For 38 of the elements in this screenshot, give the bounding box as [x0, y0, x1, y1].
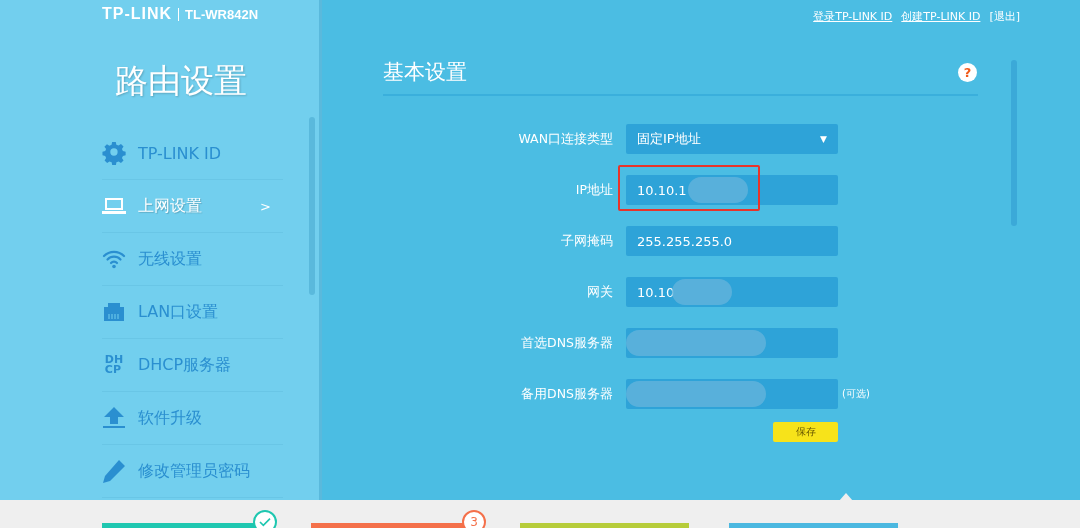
- optional-note: (可选): [842, 387, 870, 401]
- laptop-icon: [102, 197, 126, 215]
- sidebar-item[interactable]: 上网设置 >: [102, 180, 283, 233]
- sidebar-item[interactable]: DH CP DHCP服务器: [102, 339, 283, 392]
- wifi-icon: [102, 249, 126, 269]
- sidebar-item[interactable]: 修改管理员密码: [102, 445, 283, 498]
- header-link[interactable]: 登录TP-LINK ID: [813, 9, 893, 24]
- sidebar-title: 路由设置: [115, 60, 248, 102]
- field-label: 网关: [586, 283, 614, 301]
- field-label: 首选DNS服务器: [520, 334, 614, 352]
- gear-icon: [102, 141, 126, 165]
- pencil-icon: [102, 459, 126, 483]
- field-label: 备用DNS服务器: [520, 385, 614, 403]
- save-button[interactable]: 保存: [773, 422, 838, 442]
- sidebar-item[interactable]: TP-LINK ID: [102, 127, 283, 180]
- sidebar-item[interactable]: 无线设置: [102, 233, 283, 286]
- field-label: IP地址: [574, 181, 614, 199]
- input-field[interactable]: 255.255.255.0: [626, 226, 838, 256]
- upload-icon: [102, 407, 126, 429]
- step-badge: 3: [462, 510, 486, 528]
- input-field[interactable]: 10.10.1: [626, 175, 838, 205]
- sidebar-item[interactable]: LAN口设置: [102, 286, 283, 339]
- help-icon[interactable]: ?: [958, 62, 977, 82]
- ethernet-port-icon: [102, 302, 126, 322]
- panel-title: 基本设置: [383, 59, 467, 86]
- logout-link[interactable]: [退出]: [989, 9, 1020, 24]
- input-field[interactable]: [626, 379, 838, 409]
- input-field[interactable]: [626, 328, 838, 358]
- input-field[interactable]: 10.10: [626, 277, 838, 307]
- header-link[interactable]: 创建TP-LINK ID: [901, 9, 981, 24]
- sidebar-item[interactable]: 软件升级: [102, 392, 283, 445]
- brand-logo: TP-LINK: [102, 5, 173, 23]
- model-name: TL-WR842N: [185, 6, 259, 22]
- field-label: 子网掩码: [560, 232, 614, 250]
- dhcp-icon: DH CP: [104, 355, 124, 375]
- field-label: WAN口连接类型: [517, 130, 614, 148]
- select-field[interactable]: 固定IP地址 ▼: [626, 124, 838, 154]
- scrollbar[interactable]: [309, 117, 315, 295]
